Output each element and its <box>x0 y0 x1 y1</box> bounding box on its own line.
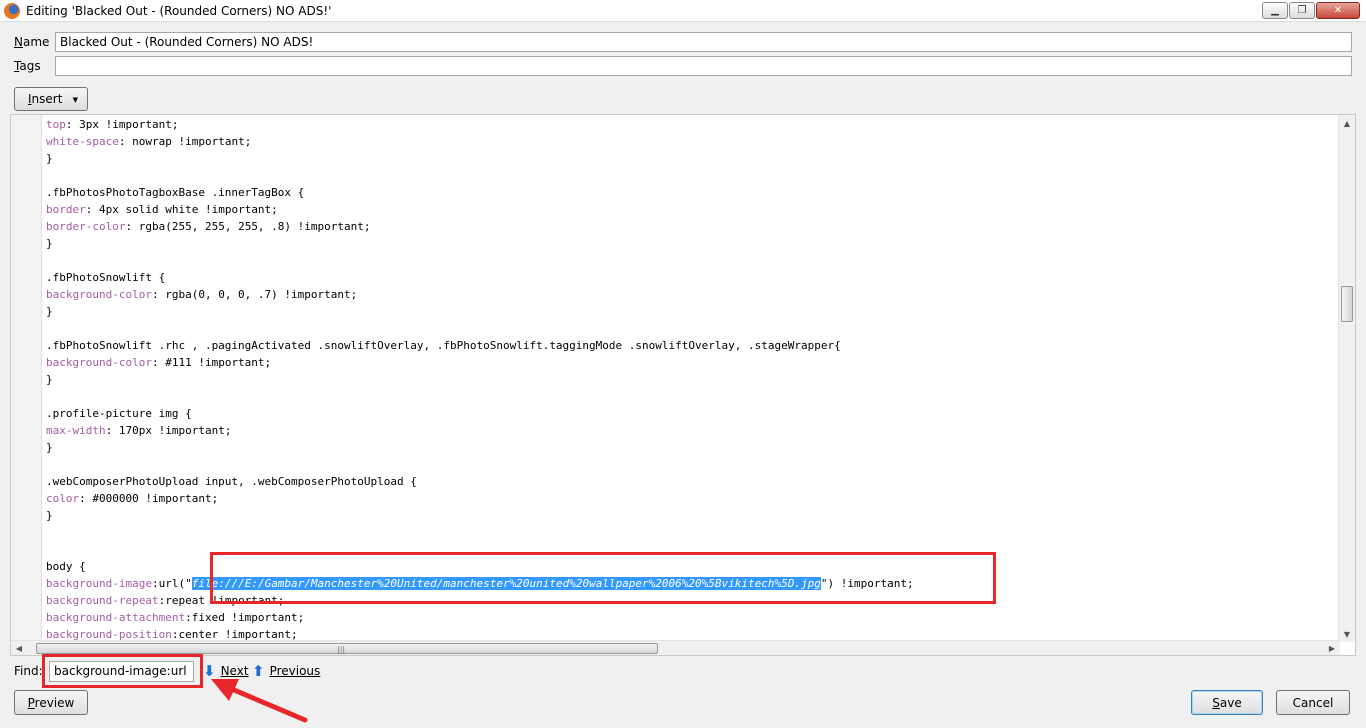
code-text: :fixed !important; <box>185 611 305 624</box>
code-text: } <box>46 152 53 165</box>
scroll-down-icon[interactable]: ▼ <box>1339 626 1355 642</box>
css-property: background-image <box>46 577 152 590</box>
vertical-scrollbar[interactable]: ▲ ▼ <box>1338 115 1355 642</box>
save-button[interactable]: Save <box>1191 690 1263 715</box>
url-open-quote: " <box>185 577 192 590</box>
code-text: : #000000 !important; <box>79 492 219 505</box>
cancel-label: Cancel <box>1292 695 1334 710</box>
code-line[interactable]: 137max-width: 170px !important; <box>46 422 231 439</box>
code-line[interactable]: 130} <box>46 303 53 320</box>
code-line[interactable]: 126} <box>46 235 53 252</box>
minimize-button[interactable]: ▁ <box>1262 2 1288 19</box>
annotation-arrow-icon <box>211 679 308 723</box>
css-property: border-color <box>46 220 126 233</box>
tags-label: Tags <box>14 59 41 73</box>
code-line[interactable]: 145body { <box>46 558 86 575</box>
window-title: Editing 'Blacked Out - (Rounded Corners)… <box>26 4 332 18</box>
code-line[interactable]: 142} <box>46 507 53 524</box>
code-line[interactable]: 148background-attachment:fixed !importan… <box>46 609 304 626</box>
horizontal-scrollbar[interactable]: ◀ ||| ▶ <box>11 640 1340 655</box>
code-text: : 3px !important; <box>65 118 179 131</box>
code-text: } <box>46 509 53 522</box>
code-line[interactable]: 121} <box>46 150 53 167</box>
css-property: top <box>46 118 66 131</box>
code-text: .fbPhotosPhotoTagboxBase .innerTagBox { <box>46 186 305 199</box>
css-property: background-color <box>46 356 152 369</box>
code-line[interactable]: 128.fbPhotoSnowlift { <box>46 269 165 286</box>
preview-button[interactable]: Preview <box>14 690 88 715</box>
title-bar: Editing 'Blacked Out - (Rounded Corners)… <box>0 0 1366 22</box>
css-property: border <box>46 203 86 216</box>
css-property: background-repeat <box>46 594 159 607</box>
css-property: background-attachment <box>46 611 186 624</box>
code-text: } <box>46 305 53 318</box>
preview-label: Preview <box>27 695 75 710</box>
code-line[interactable]: 132.fbPhotoSnowlift .rhc , .pagingActiva… <box>46 337 841 354</box>
code-line[interactable]: 133background-color: #111 !important; <box>46 354 271 371</box>
code-text: body { <box>46 560 86 573</box>
dropdown-arrow-icon: ▼ <box>72 96 78 104</box>
tags-input[interactable] <box>55 56 1352 76</box>
scroll-up-icon[interactable]: ▲ <box>1339 115 1355 131</box>
code-text: } <box>46 441 53 454</box>
css-property: color <box>46 492 80 505</box>
name-input[interactable]: Blacked Out - (Rounded Corners) NO ADS! <box>55 32 1352 52</box>
code-line[interactable]: 124border: 4px solid white !important; <box>46 201 278 218</box>
code-text: : #111 !important; <box>151 356 272 369</box>
code-text: : nowrap !important; <box>118 135 252 148</box>
code-line[interactable]: 123.fbPhotosPhotoTagboxBase .innerTagBox… <box>46 184 304 201</box>
code-text: .webComposerPhotoUpload input, .webCompo… <box>46 475 417 488</box>
insert-label: Insert <box>28 92 63 106</box>
find-label: Find: <box>14 664 43 678</box>
code-text: : rgba(0, 0, 0, .7) !important; <box>151 288 358 301</box>
code-text: :url( <box>151 577 186 590</box>
css-property: white-space <box>46 135 119 148</box>
code-text: } <box>46 373 53 386</box>
cancel-button[interactable]: Cancel <box>1276 690 1350 715</box>
code-text: .profile-picture img { <box>46 407 192 420</box>
css-property: background-color <box>46 288 152 301</box>
window-controls: ▁ ❐ ✕ <box>1261 2 1360 19</box>
code-text: .fbPhotoSnowlift .rhc , .pagingActivated… <box>46 339 841 352</box>
save-label: Save <box>1212 695 1242 710</box>
code-text: : 4px solid white !important; <box>85 203 278 216</box>
line-number-gutter <box>11 115 42 655</box>
code-line[interactable]: 125border-color: rgba(255, 255, 255, .8)… <box>46 218 371 235</box>
scroll-left-icon[interactable]: ◀ <box>11 641 27 655</box>
code-text: : rgba(255, 255, 255, .8) !important; <box>125 220 371 233</box>
css-property: max-width <box>46 424 106 437</box>
code-line[interactable]: 129background-color: rgba(0, 0, 0, .7) !… <box>46 286 357 303</box>
find-highlight-box <box>42 654 203 688</box>
url-highlight-box <box>210 552 996 604</box>
code-line[interactable]: 136.profile-picture img { <box>46 405 192 422</box>
code-line[interactable]: 141color: #000000 !important; <box>46 490 218 507</box>
maximize-button[interactable]: ❐ <box>1289 2 1315 19</box>
code-text: } <box>46 237 53 250</box>
vertical-scroll-thumb[interactable] <box>1341 286 1353 322</box>
code-line[interactable]: 134} <box>46 371 53 388</box>
code-line[interactable]: 120white-space: nowrap !important; <box>46 133 251 150</box>
name-label: Name <box>14 35 50 49</box>
code-line[interactable]: 140.webComposerPhotoUpload input, .webCo… <box>46 473 417 490</box>
scroll-right-icon[interactable]: ▶ <box>1324 641 1340 655</box>
code-line[interactable]: 138} <box>46 439 53 456</box>
insert-button[interactable]: Insert ▼ <box>14 87 88 111</box>
code-text: : 170px !important; <box>105 424 232 437</box>
code-text: .fbPhotoSnowlift { <box>46 271 166 284</box>
code-line[interactable]: 119top: 3px !important; <box>46 116 178 133</box>
close-button[interactable]: ✕ <box>1316 2 1360 19</box>
horizontal-scroll-thumb[interactable]: ||| <box>36 643 658 654</box>
firefox-icon <box>4 3 20 19</box>
grip-icon: ||| <box>337 645 346 654</box>
